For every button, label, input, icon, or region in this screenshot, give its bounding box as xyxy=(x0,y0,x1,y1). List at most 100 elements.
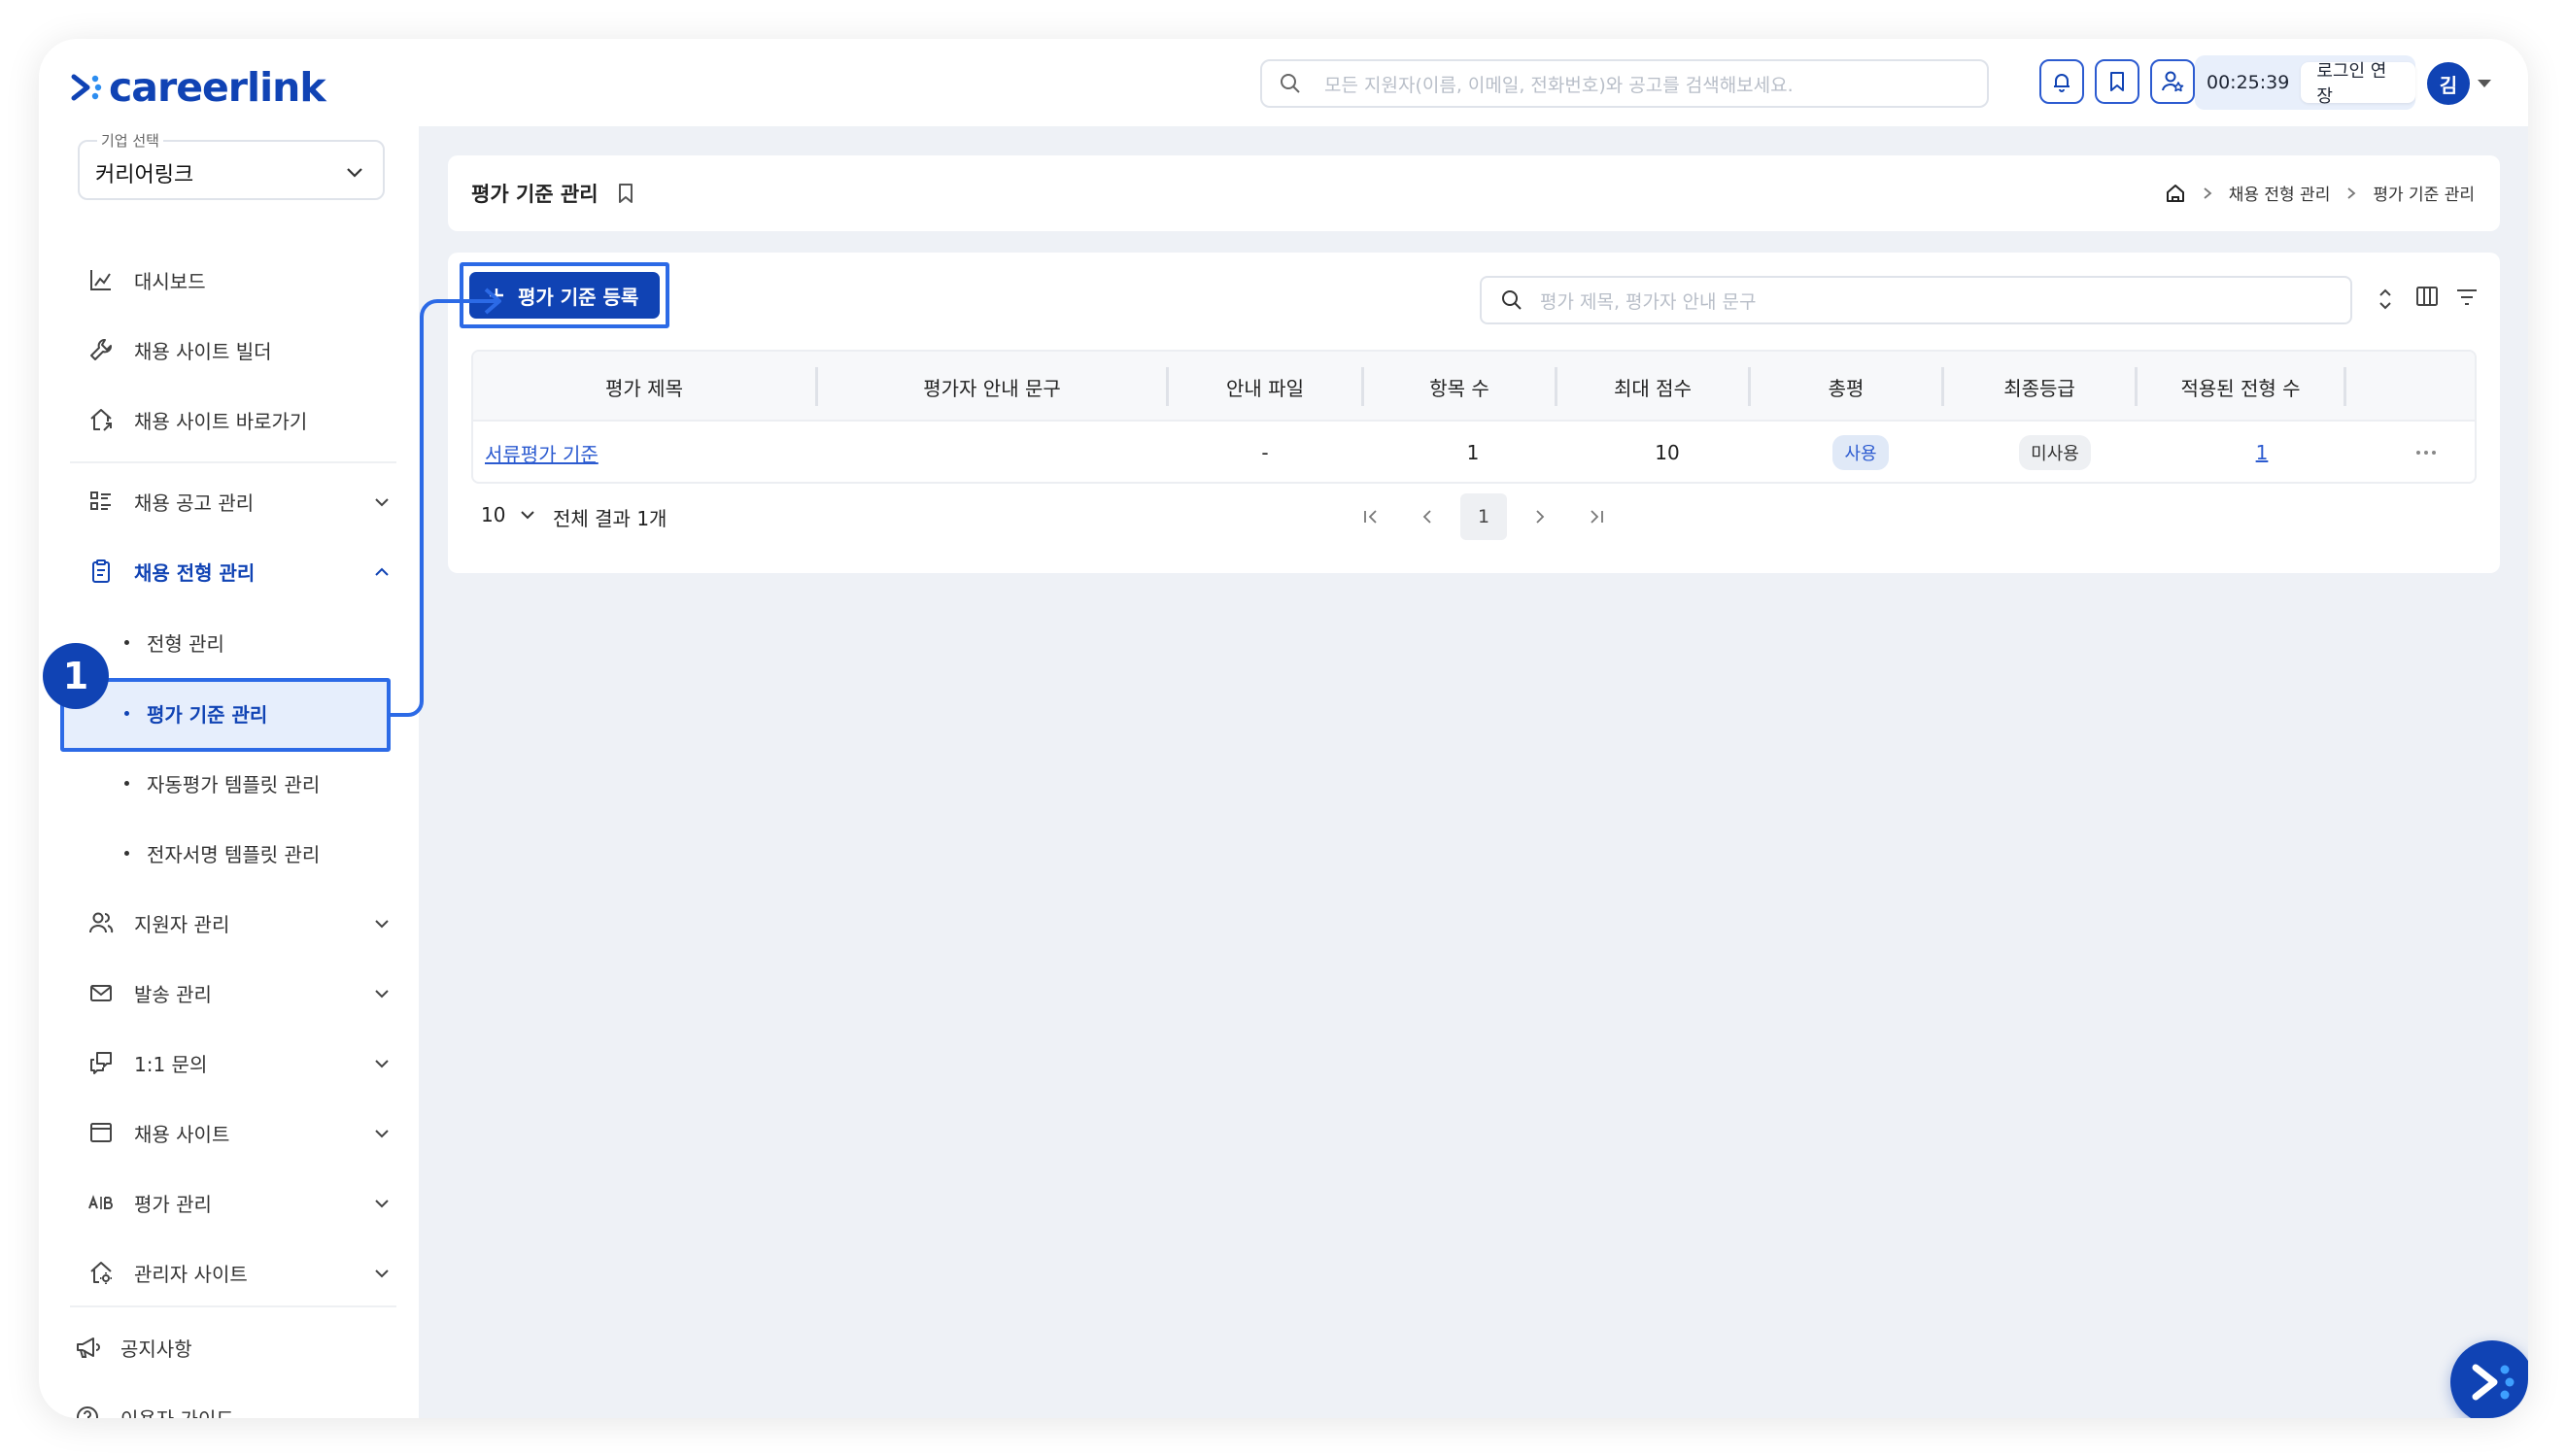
chevron-down-icon xyxy=(347,168,362,178)
sidebar-item-label: 지원자 관리 xyxy=(134,912,230,936)
logo-mark-icon xyxy=(2472,1364,2515,1401)
sidebar-item-admin-site[interactable]: 관리자 사이트 xyxy=(86,1253,389,1292)
cell-summary: 사용 xyxy=(1765,422,1956,482)
sidebar-item-label: 대시보드 xyxy=(134,269,206,293)
criteria-list-card: 평가 기준 등록 평가 제목, 평가자 안내 문구 평가 제목 평가자 안내 문… xyxy=(448,253,2500,573)
bullet-dot xyxy=(124,710,129,716)
sidebar-item-inquiry[interactable]: 1:1 문의 xyxy=(86,1043,389,1082)
global-search-placeholder: 모든 지원자(이름, 이메일, 전화번호)와 공고를 검색해보세요. xyxy=(1324,74,1794,96)
sidebar-item-label: 채용 공고 관리 xyxy=(134,491,255,515)
app-window: careerlink 모든 지원자(이름, 이메일, 전화번호)와 공고를 검색… xyxy=(39,39,2528,1418)
columns-icon[interactable] xyxy=(2414,284,2440,309)
sidebar-divider xyxy=(70,1305,396,1307)
help-icon xyxy=(77,1406,98,1418)
cell-guide xyxy=(818,422,1166,482)
sidebar-item-evaluation[interactable]: 평가 관리 xyxy=(86,1183,389,1222)
column-header: 최종등급 xyxy=(2003,376,2075,400)
last-page-button[interactable] xyxy=(1573,493,1620,540)
criteria-search-input[interactable]: 평가 제목, 평가자 안내 문구 xyxy=(1480,276,2352,324)
megaphone-icon xyxy=(77,1337,100,1358)
step-badge: 1 xyxy=(43,643,109,709)
chevron-down-icon xyxy=(375,990,389,999)
chat-icon xyxy=(90,1052,112,1074)
first-page-button[interactable] xyxy=(1348,493,1394,540)
bookmark-button[interactable] xyxy=(2095,59,2139,104)
prev-page-button[interactable] xyxy=(1404,493,1451,540)
sidebar-subitem-esign-template[interactable]: 전자서명 템플릿 관리 xyxy=(124,833,320,872)
clipboard-icon xyxy=(92,559,110,583)
register-criteria-label: 평가 기준 등록 xyxy=(518,285,639,309)
sidebar-item-label: 채용 사이트 빌더 xyxy=(134,339,272,363)
sidebar-item-label: 관리자 사이트 xyxy=(134,1262,248,1286)
notification-button[interactable] xyxy=(2039,59,2084,104)
applied-count-link[interactable]: 1 xyxy=(2256,441,2269,464)
profile-settings-button[interactable] xyxy=(2150,59,2195,104)
avatar[interactable]: 김 xyxy=(2427,62,2470,105)
sidebar-item-hiring-process[interactable]: 채용 전형 관리 xyxy=(86,552,389,591)
home-icon[interactable] xyxy=(2165,183,2186,204)
more-horizontal-icon xyxy=(2416,451,2436,455)
page-title: 평가 기준 관리 xyxy=(471,183,599,206)
sidebar-item-dashboard[interactable]: 대시보드 xyxy=(86,260,377,299)
column-header: 적용된 전형 수 xyxy=(2180,376,2301,400)
status-badge: 사용 xyxy=(1832,435,1889,470)
sidebar-item-label: 채용 사이트 xyxy=(134,1122,230,1146)
careerlink-logo[interactable]: careerlink xyxy=(70,64,326,111)
sidebar-subitem-auto-eval-template[interactable]: 자동평가 템플릿 관리 xyxy=(124,763,320,802)
global-search-input[interactable]: 모든 지원자(이름, 이메일, 전화번호)와 공고를 검색해보세요. xyxy=(1260,59,1989,108)
sidebar-item-applicants[interactable]: 지원자 관리 xyxy=(86,903,389,942)
column-header: 안내 파일 xyxy=(1226,376,1304,400)
column-header: 최대 점수 xyxy=(1614,376,1692,400)
bookmark-icon[interactable] xyxy=(616,183,635,204)
sidebar-divider xyxy=(70,461,396,463)
column-resize-handle[interactable] xyxy=(2344,367,2346,406)
pagination: 10 전체 결과 1개 1 xyxy=(471,493,2477,542)
sidebar-subitem-label: 자동평가 템플릿 관리 xyxy=(147,772,321,796)
search-icon xyxy=(1502,290,1522,310)
sidebar-item-notice[interactable]: 공지사항 xyxy=(72,1328,363,1367)
bullet-dot xyxy=(124,780,129,786)
home-link-icon xyxy=(90,409,112,431)
bullet-dot xyxy=(124,850,129,856)
browser-icon xyxy=(90,1123,112,1142)
list-icon xyxy=(90,491,111,510)
chevron-right-icon xyxy=(2347,186,2356,199)
sidebar-item-job-postings[interactable]: 채용 공고 관리 xyxy=(86,482,389,521)
company-select[interactable]: 기업 선택 커리어링크 xyxy=(78,130,385,200)
chart-icon xyxy=(90,270,111,290)
sidebar-item-label: 공지사항 xyxy=(120,1337,192,1361)
cell-item-count: 1 xyxy=(1466,441,1480,464)
sidebar-item-label: 채용 전형 관리 xyxy=(134,560,256,585)
breadcrumb: 채용 전형 관리 평가 기준 관리 xyxy=(2165,181,2475,205)
total-count: 전체 결과 1개 xyxy=(553,503,667,531)
caret-down-icon[interactable] xyxy=(2478,80,2491,87)
sidebar-subitem-eval-criteria[interactable]: 평가 기준 관리 xyxy=(124,694,267,732)
filter-icon[interactable] xyxy=(2455,288,2479,307)
user-star-icon xyxy=(2162,71,2184,92)
sort-icon[interactable] xyxy=(2377,286,2394,313)
cell-max-score: 10 xyxy=(1655,441,1680,464)
extend-login-button[interactable]: 로그인 연장 xyxy=(2301,61,2415,107)
page-button-current[interactable]: 1 xyxy=(1460,493,1507,540)
row-more-button[interactable] xyxy=(2407,422,2446,482)
chevron-down-icon xyxy=(375,1270,389,1278)
breadcrumb-item[interactable]: 채용 전형 관리 xyxy=(2229,181,2331,205)
sidebar-item-label: 발송 관리 xyxy=(134,982,212,1006)
status-badge: 미사용 xyxy=(2019,435,2091,470)
sidebar-item-messaging[interactable]: 발송 관리 xyxy=(86,973,389,1012)
chat-assistant-button[interactable] xyxy=(2450,1340,2528,1418)
next-page-button[interactable] xyxy=(1517,493,1563,540)
sidebar-item-label: 채용 사이트 바로가기 xyxy=(134,409,308,433)
sidebar-item-recruit-site[interactable]: 채용 사이트 xyxy=(86,1113,389,1152)
sidebar-subitem-label: 전자서명 템플릿 관리 xyxy=(147,842,321,866)
page-header: 평가 기준 관리 채용 전형 관리 평가 기준 관리 xyxy=(448,155,2500,231)
sidebar: 기업 선택 커리어링크 대시보드 채용 사이트 빌더 채용 사이트 바로가기 채… xyxy=(39,126,419,1418)
sidebar-item-site-shortcut[interactable]: 채용 사이트 바로가기 xyxy=(86,400,377,439)
sidebar-item-user-guide[interactable]: 이용자 가이드 xyxy=(72,1398,363,1418)
sidebar-item-site-builder[interactable]: 채용 사이트 빌더 xyxy=(86,330,377,369)
sidebar-subitem-label: 전형 관리 xyxy=(147,631,224,656)
table-header: 평가 제목 평가자 안내 문구 안내 파일 항목 수 최대 점수 총평 최종등급… xyxy=(473,352,2475,422)
bell-icon xyxy=(2054,74,2070,92)
sidebar-subitem-process[interactable]: 전형 관리 xyxy=(124,623,224,661)
criteria-table: 평가 제목 평가자 안내 문구 안내 파일 항목 수 최대 점수 총평 최종등급… xyxy=(471,350,2477,484)
